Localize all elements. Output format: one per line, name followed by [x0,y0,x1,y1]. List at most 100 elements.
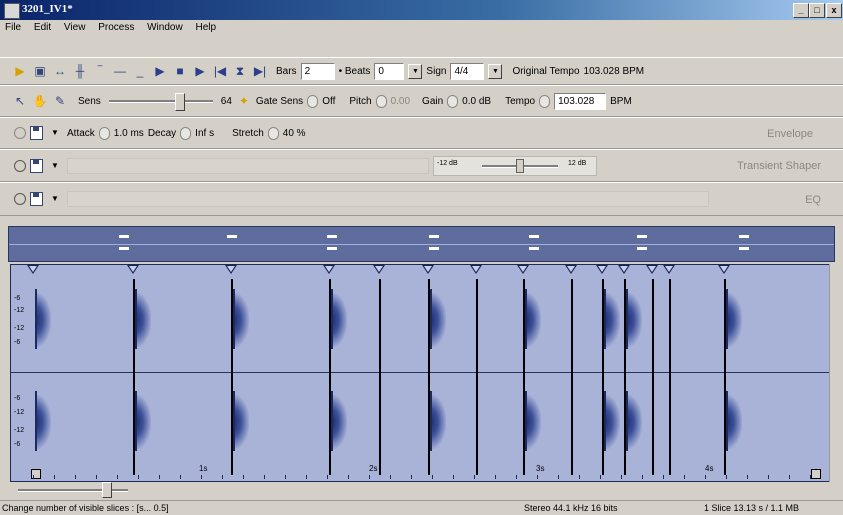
zoom-slider-thumb[interactable] [102,482,112,498]
stretch-value: 40 % [282,127,306,139]
menu-window[interactable]: Window [142,20,188,33]
slice-line[interactable] [652,279,654,475]
envelope-preset-icon[interactable] [30,126,43,140]
stop-icon[interactable]: ■ [172,64,188,78]
overview-marker [529,235,539,238]
menu-help[interactable]: Help [190,20,221,33]
vertical-zoom-bar[interactable] [829,264,843,482]
transient-slider-thumb[interactable] [516,158,524,173]
stretch-knob[interactable] [267,126,279,140]
slice-split-icon[interactable]: ╫ [72,64,88,78]
slice-line[interactable] [379,279,381,475]
tempo-field[interactable]: 103.028 [554,92,607,110]
transient-gain-slider[interactable]: -12 dB 12 dB [433,155,597,176]
menu-process[interactable]: Process [93,20,139,33]
slice-marker[interactable] [127,265,139,274]
ruler-tick [474,475,475,479]
open-icon[interactable]: ▶ [12,64,28,78]
overview-marker [429,247,439,250]
close-button[interactable]: x [826,3,842,18]
db-label: -12 [14,325,25,332]
ruler-tick [264,475,265,479]
pitch-knob[interactable] [375,94,387,108]
transient-shaper-toolbar: ▼ -12 dB 12 dB Transient Shaper [0,149,843,182]
menu-edit[interactable]: Edit [29,20,56,33]
loop-end-handle[interactable] [811,469,821,479]
transient-right-db: 12 dB [568,159,587,167]
eq-preset-icon[interactable] [30,192,43,206]
eq-power-icon[interactable] [14,193,26,205]
transient-panel-label: Transient Shaper [737,160,821,172]
decay-knob[interactable] [180,126,192,140]
horizontal-zoom-bar[interactable] [10,482,832,498]
overview-marker [429,235,439,238]
gate-sens-knob[interactable] [307,94,319,108]
level-low-icon[interactable]: _ [132,64,148,78]
slice-move-icon[interactable]: ↔ [52,64,68,78]
ruler-tick [201,475,202,479]
slice-line[interactable] [476,279,478,475]
attack-knob[interactable] [98,126,110,140]
sens-slider-thumb[interactable] [174,93,185,111]
sign-dropdown-icon[interactable]: ▼ [488,63,503,79]
sign-label: Sign [426,65,447,77]
save-icon[interactable]: ▣ [32,64,48,78]
audition-icon[interactable]: ⧗ [232,64,248,78]
maximize-button[interactable]: □ [809,3,825,18]
attack-value: 1.0 ms [113,127,144,139]
slice-line[interactable] [571,279,573,475]
slice-marker[interactable] [663,265,675,274]
menu-file[interactable]: File [0,20,26,33]
pointer-tool-icon[interactable]: ↖ [12,94,28,108]
minimize-button[interactable]: _ [793,3,809,18]
tempo-knob[interactable] [539,94,551,108]
waveform-decay [233,293,249,347]
beats-field[interactable]: 0 [374,62,405,80]
level-mid-icon[interactable]: — [112,64,128,78]
sign-field[interactable]: 4/4 [450,62,485,80]
slice-line[interactable] [669,279,671,475]
sens-slider[interactable] [105,91,217,111]
transient-power-icon[interactable] [14,159,26,172]
slice-marker[interactable] [718,265,730,274]
go-start-icon[interactable]: |◀ [212,64,228,78]
eq-menu-icon[interactable]: ▼ [47,192,63,206]
go-end-icon[interactable]: ▶| [252,64,268,78]
waveform-attack [626,289,628,349]
slice-marker[interactable] [517,265,529,274]
audition-tool-icon[interactable]: ✋ [32,94,48,108]
play-icon[interactable]: ▶ [152,64,168,78]
slice-marker[interactable] [618,265,630,274]
waveform-attack [35,289,37,349]
overview-strip[interactable] [8,226,835,262]
eq-panel-label: EQ [805,194,821,206]
slice-marker[interactable] [27,265,39,274]
slice-marker[interactable] [565,265,577,274]
envelope-menu-icon[interactable]: ▼ [47,126,63,140]
slice-marker[interactable] [470,265,482,274]
level-high-icon[interactable]: ‾ [92,64,108,78]
gain-value: 0.0 dB [462,95,492,107]
slice-marker[interactable] [225,265,237,274]
original-tempo-label: Original Tempo [512,65,580,77]
beats-dropdown-icon[interactable]: ▼ [408,63,423,79]
slice-marker[interactable] [646,265,658,274]
waveform-view[interactable]: -6 -12 -12 -6 -6 -12 -12 -6 1s 2s 3s 4s [10,264,832,482]
db-label: -12 [14,427,25,434]
ruler-tick [705,475,706,479]
bars-field[interactable]: 2 [300,62,335,80]
pencil-tool-icon[interactable]: ✎ [52,94,68,108]
envelope-power-icon[interactable] [14,127,26,139]
slice-marker[interactable] [422,265,434,274]
menu-view[interactable]: View [59,20,91,33]
transient-menu-icon[interactable]: ▼ [47,159,63,173]
transient-preset-icon[interactable] [30,158,43,173]
gate-sens-label: Gate Sens [255,95,304,107]
slice-marker[interactable] [323,265,335,274]
gain-knob[interactable] [447,94,459,108]
beats-label: • Beats [338,65,371,77]
db-label: -6 [14,295,21,302]
slice-marker[interactable] [373,265,385,274]
play-slice-icon[interactable]: ▶ [192,64,208,78]
slice-marker[interactable] [596,265,608,274]
